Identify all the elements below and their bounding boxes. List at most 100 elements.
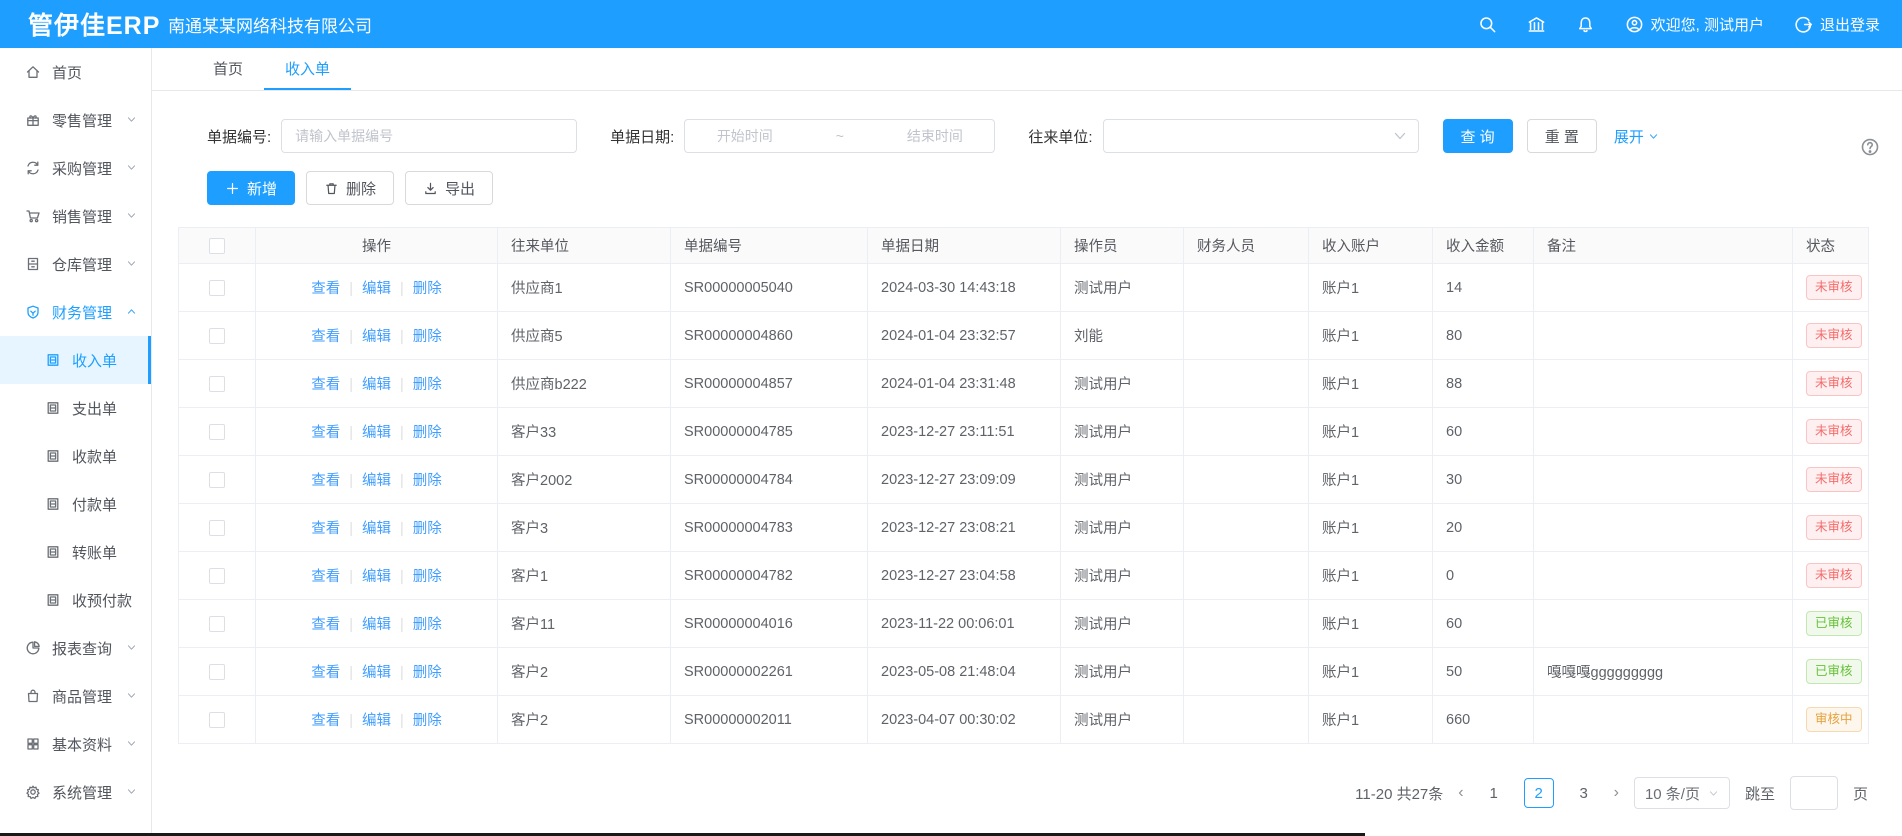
row-checkbox[interactable]: [209, 424, 225, 440]
row-checkbox[interactable]: [209, 280, 225, 296]
page-number-2[interactable]: 2: [1524, 778, 1554, 808]
bank-icon[interactable]: [1527, 15, 1546, 34]
tab-income-receipt[interactable]: 收入单: [264, 48, 351, 90]
view-link[interactable]: 查看: [311, 281, 340, 297]
view-link[interactable]: 查看: [311, 617, 340, 633]
sidebar-item-expense-receipt[interactable]: 支出单: [0, 384, 151, 432]
edit-link[interactable]: 编辑: [362, 665, 391, 681]
expand-filters-link[interactable]: 展开: [1614, 126, 1659, 147]
view-link[interactable]: 查看: [311, 377, 340, 393]
sidebar-item-system[interactable]: 系统管理: [0, 768, 151, 816]
user-menu[interactable]: 欢迎您, 测试用户: [1625, 14, 1764, 35]
partner-cell: 客户3: [498, 504, 671, 552]
sidebar-item-label: 支出单: [72, 398, 137, 419]
delete-button[interactable]: 删除: [306, 171, 394, 205]
sidebar-item-advance-receipt[interactable]: 收预付款: [0, 576, 151, 624]
sidebar-item-home[interactable]: 首页: [0, 48, 151, 96]
operator-cell: 测试用户: [1061, 504, 1184, 552]
view-link[interactable]: 查看: [311, 569, 340, 585]
export-button[interactable]: 导出: [405, 171, 493, 205]
edit-link[interactable]: 编辑: [362, 473, 391, 489]
action-separator: |: [400, 569, 404, 585]
sidebar-item-retail[interactable]: 零售管理: [0, 96, 151, 144]
sidebar-item-label: 零售管理: [52, 110, 115, 131]
status-badge: 未审核: [1806, 419, 1862, 444]
sidebar-item-sales[interactable]: 销售管理: [0, 192, 151, 240]
partner-select[interactable]: [1103, 119, 1419, 153]
row-checkbox[interactable]: [209, 328, 225, 344]
logout-icon: [1794, 15, 1813, 34]
edit-link[interactable]: 编辑: [362, 425, 391, 441]
delete-link[interactable]: 删除: [413, 713, 442, 729]
delete-link[interactable]: 删除: [413, 473, 442, 489]
chevron-down-icon: [126, 736, 137, 753]
tab-home[interactable]: 首页: [192, 48, 264, 90]
delete-link[interactable]: 删除: [413, 521, 442, 537]
sidebar-item-transfer-order[interactable]: 转账单: [0, 528, 151, 576]
sidebar-item-payment-order[interactable]: 付款单: [0, 480, 151, 528]
sidebar-item-basic-data[interactable]: 基本资料: [0, 720, 151, 768]
sidebar-item-collection-order[interactable]: 收款单: [0, 432, 151, 480]
bag-icon: [25, 688, 41, 704]
sidebar-item-goods[interactable]: 商品管理: [0, 672, 151, 720]
edit-link[interactable]: 编辑: [362, 521, 391, 537]
sidebar-item-income-receipt[interactable]: 收入单: [0, 336, 151, 384]
action-separator: |: [349, 617, 353, 633]
delete-link[interactable]: 删除: [413, 329, 442, 345]
jump-page-input[interactable]: [1790, 776, 1838, 810]
status-badge: 已审核: [1806, 611, 1862, 636]
row-checkbox[interactable]: [209, 520, 225, 536]
view-link[interactable]: 查看: [311, 329, 340, 345]
view-link[interactable]: 查看: [311, 425, 340, 441]
sidebar-item-warehouse[interactable]: 仓库管理: [0, 240, 151, 288]
edit-link[interactable]: 编辑: [362, 617, 391, 633]
edit-link[interactable]: 编辑: [362, 281, 391, 297]
select-all-checkbox[interactable]: [209, 238, 225, 254]
sidebar-item-finance[interactable]: 财务管理: [0, 288, 151, 336]
next-page-button[interactable]: ›: [1614, 784, 1619, 802]
delete-link[interactable]: 删除: [413, 665, 442, 681]
edit-link[interactable]: 编辑: [362, 377, 391, 393]
delete-link[interactable]: 删除: [413, 425, 442, 441]
page-number-3[interactable]: 3: [1569, 778, 1599, 808]
delete-link[interactable]: 删除: [413, 281, 442, 297]
page-size-select[interactable]: 10 条/页: [1634, 777, 1730, 809]
search-icon[interactable]: [1478, 15, 1497, 34]
edit-link[interactable]: 编辑: [362, 569, 391, 585]
prev-page-button[interactable]: ‹: [1458, 784, 1463, 802]
add-button[interactable]: 新增: [207, 171, 295, 205]
delete-link[interactable]: 删除: [413, 617, 442, 633]
expand-label: 展开: [1614, 126, 1644, 147]
operator-cell: 测试用户: [1061, 456, 1184, 504]
view-link[interactable]: 查看: [311, 473, 340, 489]
bill-no-cell: SR00000004782: [671, 552, 868, 600]
view-link[interactable]: 查看: [311, 665, 340, 681]
date-range-picker[interactable]: 开始时间 ~ 结束时间: [684, 119, 995, 153]
bill-no-input[interactable]: [281, 119, 577, 153]
table-toolbar: 新增 删除 导出: [207, 171, 1868, 205]
reset-button[interactable]: 重 置: [1527, 119, 1597, 153]
delete-link[interactable]: 删除: [413, 569, 442, 585]
row-checkbox[interactable]: [209, 568, 225, 584]
delete-link[interactable]: 删除: [413, 377, 442, 393]
row-checkbox[interactable]: [209, 472, 225, 488]
logout-button[interactable]: 退出登录: [1794, 14, 1880, 35]
question-circle-icon[interactable]: [1860, 137, 1880, 157]
page-number-1[interactable]: 1: [1479, 778, 1509, 808]
action-separator: |: [400, 713, 404, 729]
bell-icon[interactable]: [1576, 15, 1595, 34]
search-button[interactable]: 查 询: [1443, 119, 1513, 153]
partner-cell: 客户2: [498, 648, 671, 696]
row-checkbox[interactable]: [209, 712, 225, 728]
sidebar-item-purchase[interactable]: 采购管理: [0, 144, 151, 192]
sidebar-item-reports[interactable]: 报表查询: [0, 624, 151, 672]
status-cell: 未审核: [1793, 312, 1869, 360]
row-checkbox[interactable]: [209, 376, 225, 392]
edit-link[interactable]: 编辑: [362, 329, 391, 345]
view-link[interactable]: 查看: [311, 713, 340, 729]
view-link[interactable]: 查看: [311, 521, 340, 537]
row-checkbox[interactable]: [209, 664, 225, 680]
row-checkbox[interactable]: [209, 616, 225, 632]
table-row: 查看|编辑|删除供应商b222SR000000048572024-01-04 2…: [179, 360, 1869, 408]
edit-link[interactable]: 编辑: [362, 713, 391, 729]
